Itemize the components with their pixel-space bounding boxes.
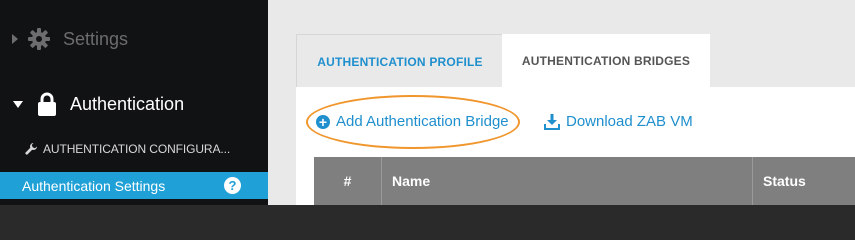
lock-icon (37, 91, 57, 117)
main-content: AUTHENTICATION PROFILE AUTHENTICATION BR… (268, 0, 855, 205)
sidebar-item-label: Authentication (70, 93, 185, 114)
sidebar-item-authentication-settings[interactable]: Authentication Settings ? (0, 172, 268, 199)
column-header-name[interactable]: Name (381, 157, 752, 205)
sidebar-item-settings[interactable]: Settings (0, 22, 268, 56)
sidebar-item-authentication[interactable]: Authentication (0, 86, 268, 122)
table-header: # Name Status (314, 157, 855, 205)
tab-authentication-profile[interactable]: AUTHENTICATION PROFILE (296, 34, 503, 88)
sidebar-item-label: Settings (63, 28, 129, 49)
download-zab-vm-link[interactable]: Download ZAB VM (544, 113, 693, 130)
gear-icon (27, 27, 51, 51)
add-authentication-bridge-button[interactable]: + Add Authentication Bridge (316, 113, 509, 130)
wrench-icon (24, 142, 38, 156)
sidebar-item-label: Authentication Settings (22, 177, 166, 194)
tab-authentication-bridges[interactable]: AUTHENTICATION BRIDGES (502, 34, 710, 87)
caret-right-icon (12, 34, 18, 44)
tab-panel: + Add Authentication Bridge Download ZAB… (296, 87, 855, 205)
column-header-status[interactable]: Status (752, 157, 855, 205)
sidebar-item-authentication-configuration[interactable]: AUTHENTICATION CONFIGURA... (0, 136, 268, 162)
plus-circle-icon: + (316, 114, 330, 129)
help-icon[interactable]: ? (224, 177, 241, 194)
column-header-number[interactable]: # (314, 157, 381, 205)
download-icon (544, 113, 560, 130)
add-authentication-bridge-label: Add Authentication Bridge (336, 113, 509, 130)
sidebar-item-label: AUTHENTICATION CONFIGURA... (43, 142, 231, 156)
sidebar: Settings Authentication AUTHENTICATION C… (0, 0, 268, 205)
download-zab-vm-label: Download ZAB VM (566, 113, 693, 130)
caret-down-icon (13, 100, 23, 108)
